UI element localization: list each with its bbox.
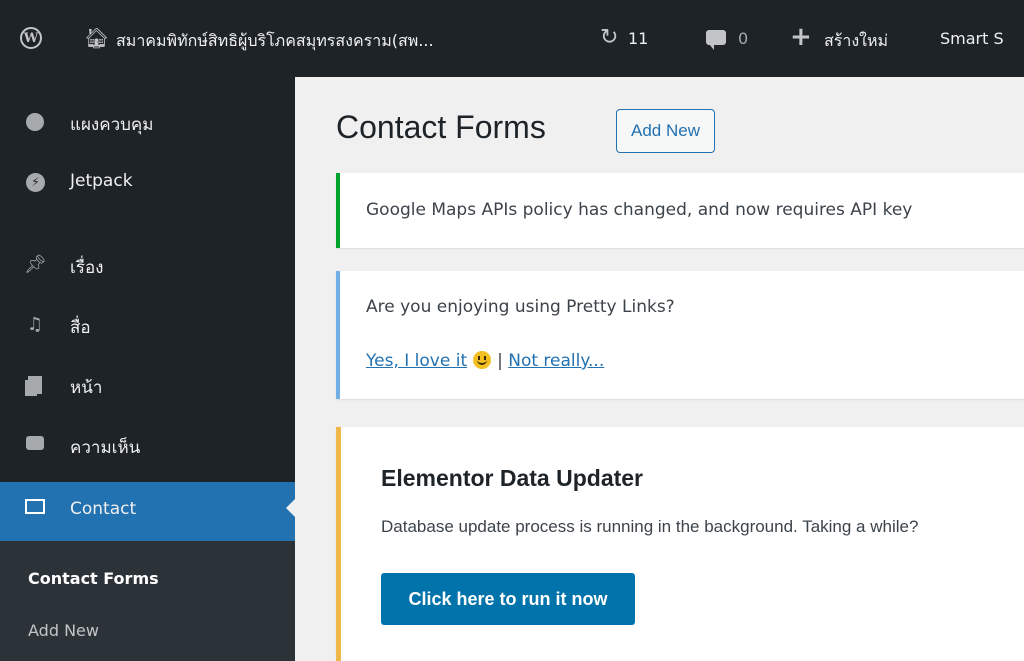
maps-notice: Google Maps APIs policy has changed, and…: [336, 173, 1024, 248]
sidebar-item-dashboard[interactable]: แผงควบคุม: [0, 97, 295, 149]
page-icon: [28, 376, 42, 394]
sidebar-item-jetpack[interactable]: ⚡︎ Jetpack: [0, 157, 295, 209]
sidebar-item-label: หน้า: [70, 378, 103, 398]
sidebar-item-posts[interactable]: 📌︎ เรื่อง: [0, 240, 295, 292]
home-icon[interactable]: 🏠︎: [84, 26, 109, 50]
comments-count[interactable]: 0: [738, 29, 748, 48]
sidebar-item-label: สื่อ: [70, 318, 91, 338]
jetpack-icon: ⚡︎: [26, 173, 45, 192]
sidebar-item-comments[interactable]: ความเห็น: [0, 420, 295, 472]
media-icon: ♫: [26, 314, 44, 335]
sidebar-item-media[interactable]: ♫ สื่อ: [0, 300, 295, 352]
plus-icon[interactable]: +: [790, 22, 812, 52]
not-really-link[interactable]: Not really...: [508, 351, 604, 371]
submenu-item-contact-forms[interactable]: Contact Forms: [28, 569, 159, 588]
comments-icon[interactable]: [706, 30, 726, 50]
pin-icon: 📌︎: [24, 254, 47, 275]
add-new-button[interactable]: Add New: [616, 109, 715, 153]
mail-icon: [25, 499, 45, 514]
elementor-text: Database update process is running in th…: [381, 517, 919, 536]
wordpress-logo-icon[interactable]: W: [20, 27, 42, 49]
comment-icon: [26, 436, 44, 450]
pretty-links-notice: Are you enjoying using Pretty Links? Yes…: [336, 271, 1024, 399]
sidebar-item-label: เรื่อง: [70, 258, 104, 278]
updates-count[interactable]: 11: [628, 29, 648, 48]
submenu-item-add-new[interactable]: Add New: [28, 621, 99, 640]
elementor-notice: Elementor Data Updater Database update p…: [336, 427, 1024, 661]
admin-sidebar: แผงควบคุม ⚡︎ Jetpack 📌︎ เรื่อง ♫ สื่อ หน…: [0, 77, 295, 661]
elementor-title: Elementor Data Updater: [381, 465, 644, 491]
dashboard-icon: [26, 113, 44, 131]
smiley-icon: [473, 351, 492, 369]
run-update-button[interactable]: Click here to run it now: [381, 573, 635, 625]
contact-submenu: Contact Forms Add New: [0, 541, 295, 661]
sidebar-item-label: แผงควบคุม: [70, 115, 154, 135]
sidebar-item-label: ความเห็น: [70, 438, 141, 458]
site-name-link[interactable]: สมาคมพิทักษ์สิทธิผู้บริโภคสมุทรสงคราม(สพ…: [116, 29, 434, 54]
plugin-menu-link[interactable]: Smart S: [940, 29, 1004, 48]
pretty-links-question: Are you enjoying using Pretty Links?: [366, 297, 675, 317]
new-content-link[interactable]: สร้างใหม่: [824, 29, 888, 54]
sidebar-item-label: Jetpack: [70, 171, 133, 191]
pretty-links-options: Yes, I love it | Not really...: [366, 351, 604, 371]
admin-bar: W 🏠︎ สมาคมพิทักษ์สิทธิผู้บริโภคสมุทรสงคร…: [0, 0, 1024, 77]
yes-love-it-link[interactable]: Yes, I love it: [366, 351, 467, 371]
page-title: Contact Forms: [336, 109, 546, 145]
link-separator: |: [497, 351, 503, 371]
sidebar-item-label: Contact: [70, 499, 137, 519]
main-content: Contact Forms Add New Google Maps APIs p…: [295, 77, 1024, 661]
updates-icon[interactable]: ↻: [600, 25, 618, 50]
sidebar-item-contact[interactable]: Contact: [0, 482, 295, 541]
maps-notice-text: Google Maps APIs policy has changed, and…: [366, 200, 913, 220]
sidebar-item-pages[interactable]: หน้า: [0, 360, 295, 412]
